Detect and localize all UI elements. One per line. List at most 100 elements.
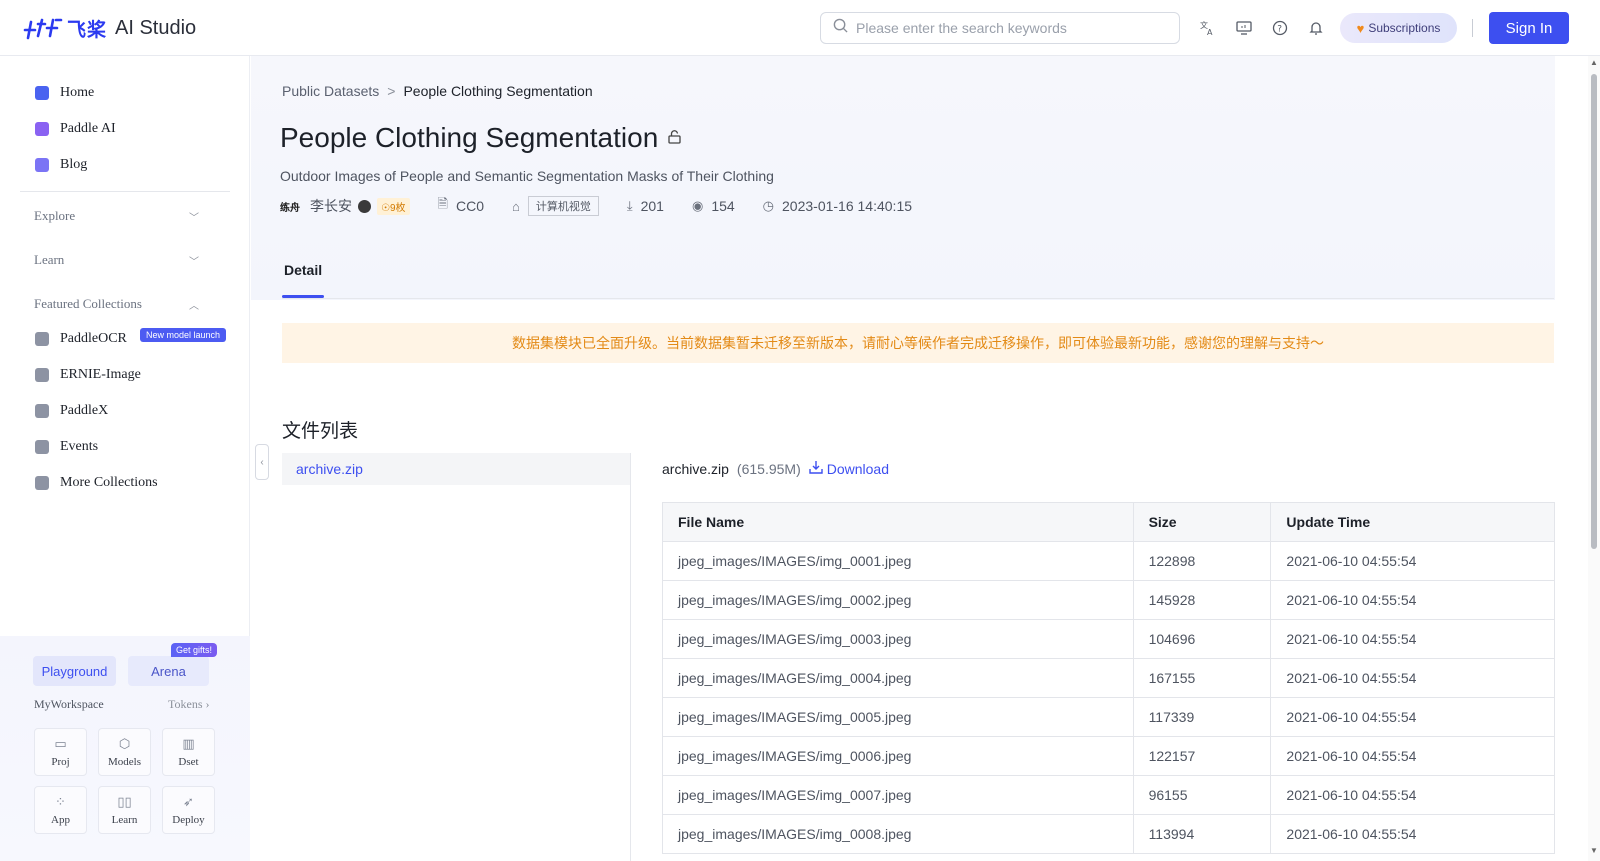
chevron-down-icon: ﹀ xyxy=(189,256,199,268)
scroll-down-arrow[interactable]: ▼ xyxy=(1590,846,1598,855)
sidebar-item-label: Events xyxy=(60,439,99,454)
workspace-projects[interactable]: ▭ Proj xyxy=(34,728,87,776)
level-badge: ☉9枚 xyxy=(377,197,410,215)
sidebar-item-label: More Collections xyxy=(60,475,158,490)
sidebar-item-paddlex[interactable]: PaddleX xyxy=(35,401,108,421)
sidebar-item-more-collections[interactable]: More Collections xyxy=(35,473,158,493)
section-explore[interactable]: Explore ﹀ xyxy=(34,208,199,224)
level-badge-text: 9枚 xyxy=(389,202,406,214)
breadcrumb: Public Datasets > People Clothing Segmenta… xyxy=(282,83,593,99)
page-scrollbar[interactable]: ▲ ▼ xyxy=(1588,56,1600,861)
updated-time: 2023-01-16 14:40:15 xyxy=(782,198,913,214)
workspace-models[interactable]: ⬡ Models xyxy=(98,728,151,776)
sidebar-item-home[interactable]: Home xyxy=(35,83,94,103)
chevron-up-icon: ︿ xyxy=(189,300,199,312)
book-icon: ▯▯ xyxy=(117,794,132,810)
bell-icon[interactable] xyxy=(1306,18,1326,38)
search-input[interactable] xyxy=(856,20,1156,36)
ernie-image-icon xyxy=(35,368,49,382)
update-time-cell: 2021-06-10 04:55:54 xyxy=(1270,619,1555,659)
get-gifts-badge: Get gifts! xyxy=(171,643,218,657)
file-name-cell: jpeg_images/IMAGES/img_0007.jpeg xyxy=(662,775,1134,815)
table-row: jpeg_images/IMAGES/img_0005.jpeg 117339 20… xyxy=(662,697,1555,737)
workspace-label: MyWorkspace xyxy=(34,697,104,711)
chevron-right-icon: › xyxy=(205,697,210,711)
sidebar-item-events[interactable]: Events xyxy=(35,437,98,457)
update-time-cell: 2021-06-10 04:55:54 xyxy=(1270,580,1555,620)
table-row: jpeg_images/IMAGES/img_0007.jpeg 96155 202… xyxy=(662,775,1555,815)
search-box[interactable] xyxy=(820,12,1180,44)
selected-file-info: archive.zip (615.95M) Download xyxy=(662,460,889,477)
download-link[interactable]: Download xyxy=(809,460,889,477)
size-cell: 145928 xyxy=(1132,580,1272,620)
arena-tab[interactable]: Arena xyxy=(128,656,209,686)
tab-detail[interactable]: Detail xyxy=(284,262,322,278)
section-featured-collections[interactable]: Featured Collections ︿ xyxy=(34,296,199,312)
blog-icon xyxy=(35,158,49,172)
new-model-badge: New model launch xyxy=(140,328,227,342)
dataset-subtitle: Outdoor Images of People and Semantic Se… xyxy=(280,168,774,184)
medal-icon: ☉ xyxy=(381,202,390,214)
views-group: ◉ 154 xyxy=(692,198,735,214)
translate-icon[interactable]: 文A xyxy=(1198,18,1218,38)
tag-group: ⌂ 计算机视觉 xyxy=(512,196,599,216)
top-header: 飞桨 AI Studio 文A ? ♥ Subscriptions Sign I… xyxy=(0,0,1600,56)
document-icon: 🗎 xyxy=(437,196,448,211)
chevron-left-icon: ‹ xyxy=(260,456,264,468)
page-title: People Clothing Segmentation xyxy=(280,122,681,154)
breadcrumb-separator: > xyxy=(387,83,396,99)
sidebar-item-paddle-ai[interactable]: Paddle AI xyxy=(35,119,116,139)
sidebar-item-paddleocr[interactable]: PaddleOCR xyxy=(35,329,127,349)
section-learn[interactable]: Learn ﹀ xyxy=(34,252,199,268)
license-value: CC0 xyxy=(455,198,484,214)
flag-icon xyxy=(35,440,49,454)
file-list-heading: 文件列表 xyxy=(282,421,359,442)
monitor-icon[interactable] xyxy=(1234,18,1254,38)
logo-cn-text: 飞桨 xyxy=(67,19,108,41)
subscriptions-button[interactable]: ♥ Subscriptions xyxy=(1340,13,1457,43)
sidebar-item-blog[interactable]: Blog xyxy=(35,155,87,175)
tag-icon: ⌂ xyxy=(512,198,520,214)
update-time-cell: 2021-06-10 04:55:54 xyxy=(1270,814,1555,854)
workspace-datasets[interactable]: ▥ Dset xyxy=(162,728,215,776)
paddleocr-icon xyxy=(35,332,49,346)
downloads-count: 201 xyxy=(640,198,664,214)
breadcrumb-parent[interactable]: Public Datasets xyxy=(282,83,379,99)
logo[interactable]: 飞桨 AI Studio xyxy=(23,14,196,42)
column-header: Size xyxy=(1132,502,1272,542)
size-cell: 117339 xyxy=(1132,697,1272,737)
folder-icon: ▭ xyxy=(54,736,67,752)
download-icon: ⤓ xyxy=(626,198,633,213)
playground-tab[interactable]: Playground xyxy=(33,656,116,686)
workspace-card-label: Models xyxy=(108,755,141,768)
sign-in-button[interactable]: Sign In xyxy=(1489,12,1569,44)
scroll-up-arrow[interactable]: ▲ xyxy=(1590,58,1598,67)
migration-notice: 数据集模块已全面升级。当前数据集暂未迁移至新版本，请耐心等候作者完成迁移操作，即… xyxy=(282,323,1554,363)
workspace-learn[interactable]: ▯▯ Learn xyxy=(98,786,151,834)
file-name-cell: jpeg_images/IMAGES/img_0004.jpeg xyxy=(662,658,1134,698)
scrollbar-thumb[interactable] xyxy=(1591,74,1597,549)
author-name[interactable]: 李长安 xyxy=(310,196,352,216)
table-row: jpeg_images/IMAGES/img_0001.jpeg 122898 20… xyxy=(662,541,1555,581)
header-divider xyxy=(1472,19,1473,37)
size-cell: 122157 xyxy=(1132,736,1272,776)
size-cell: 96155 xyxy=(1132,775,1272,815)
file-list: archive.zip xyxy=(282,453,631,861)
file-list-item[interactable]: archive.zip xyxy=(282,453,630,485)
views-count: 154 xyxy=(711,198,735,214)
chevron-down-icon: ﹀ xyxy=(189,212,199,224)
help-icon[interactable]: ? xyxy=(1270,18,1290,38)
workspace-card-label: Dset xyxy=(178,755,199,768)
category-tag[interactable]: 计算机视觉 xyxy=(527,196,599,216)
sidebar-item-ernie-image[interactable]: ERNIE-Image xyxy=(35,365,141,385)
workspace-deploy[interactable]: ➶ Deploy xyxy=(162,786,215,834)
cube-icon: ⬡ xyxy=(118,736,131,752)
tokens-link[interactable]: Tokens › xyxy=(168,697,210,712)
logo-text: AI Studio xyxy=(115,16,197,39)
workspace-apps[interactable]: ⁘ App xyxy=(34,786,87,834)
sidebar-collapse-handle[interactable]: ‹ xyxy=(255,444,269,480)
dataset-title: People Clothing Segmentation xyxy=(280,122,659,153)
svg-text:A: A xyxy=(1207,28,1213,36)
collection-icon xyxy=(35,476,49,490)
search-icon xyxy=(833,18,848,38)
